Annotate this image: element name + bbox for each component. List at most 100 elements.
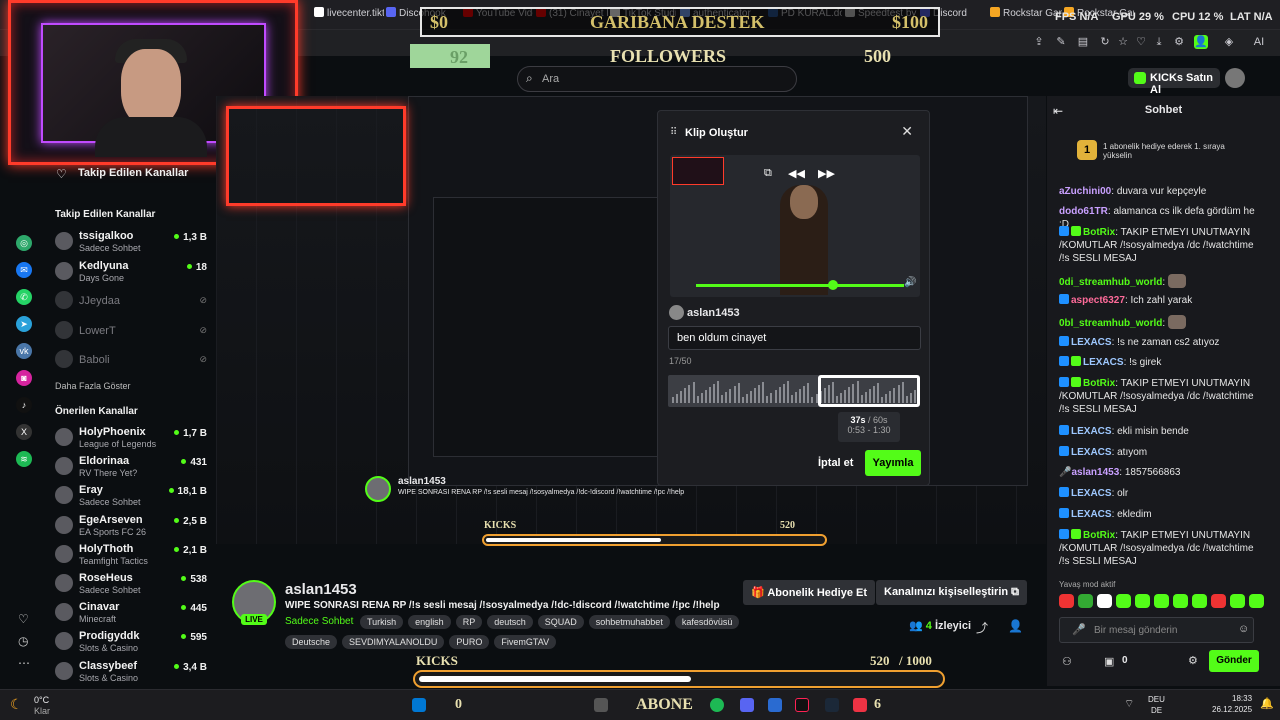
customize-channel-button[interactable]: Kanalınızı kişiselleştirin ⧉ <box>876 580 1028 605</box>
star-icon[interactable]: ☆ <box>1116 35 1130 49</box>
recommended-channel[interactable]: Prodigyddk Slots & Casino 595 <box>55 628 207 656</box>
chat-username[interactable]: LEXACS <box>1071 447 1112 458</box>
emoji-icon[interactable]: ☺ <box>1238 623 1249 635</box>
followed-channel[interactable]: Baboli ⊘ <box>55 346 207 374</box>
chat-username[interactable]: aspect6327 <box>1071 295 1125 306</box>
discord-taskbar-icon[interactable] <box>740 698 754 712</box>
gift-subscription-button[interactable]: 🎁 Abonelik Hediye Et <box>743 580 875 605</box>
followed-channel[interactable]: LowerT ⊘ <box>55 317 207 345</box>
notifications-off-icon[interactable]: ⊘ <box>199 354 207 365</box>
stream-tag[interactable]: english <box>408 615 451 629</box>
emote-icon[interactable] <box>1154 594 1169 608</box>
cancel-button[interactable]: İptal et <box>818 457 853 469</box>
chat-username[interactable]: LEXACS <box>1071 426 1112 437</box>
start-icon[interactable] <box>412 698 426 712</box>
group-icon[interactable]: ⚇ <box>1062 655 1072 668</box>
chat-username[interactable]: aslan1453 <box>1071 467 1119 478</box>
recommended-channel[interactable]: RoseHeus Sadece Sohbet 538 <box>55 570 207 598</box>
app-taskbar-icon[interactable] <box>768 698 782 712</box>
chat-username[interactable]: BotRix <box>1083 378 1115 389</box>
steam-taskbar-icon[interactable] <box>825 698 839 712</box>
chat-username[interactable]: 0di_streamhub_world <box>1059 277 1162 288</box>
wallet-icon[interactable]: ◈ <box>1222 35 1236 49</box>
messenger-icon[interactable]: ✉ <box>16 262 32 278</box>
emote-icon[interactable] <box>1192 594 1207 608</box>
obs-taskbar-icon[interactable] <box>853 698 867 712</box>
emote-icon[interactable] <box>1097 594 1112 608</box>
followed-channel[interactable]: JJeydaa ⊘ <box>55 287 207 315</box>
send-button[interactable]: Gönder <box>1209 650 1259 672</box>
emote-icon[interactable] <box>1116 594 1131 608</box>
chat-username[interactable]: LEXACS <box>1071 337 1112 348</box>
clip-title-input[interactable] <box>668 326 921 350</box>
search-box[interactable]: ⌕ Ara <box>517 66 797 92</box>
rewind-icon[interactable]: ◀◀ <box>788 167 805 180</box>
recommended-channel[interactable]: Cinavar Minecraft 445 <box>55 599 207 627</box>
volume-icon[interactable]: 🔊 <box>904 277 916 288</box>
mic-icon[interactable]: 🎤 <box>1072 623 1086 636</box>
publish-button[interactable]: Yayımla <box>865 450 921 476</box>
recommended-channel[interactable]: HolyThoth Teamfight Tactics 2,1 B <box>55 541 207 569</box>
share-icon[interactable]: ⇪ <box>1032 35 1046 49</box>
emote-icon[interactable] <box>1078 594 1093 608</box>
streamer-name[interactable]: aslan1453 <box>285 581 357 598</box>
recommended-channel[interactable]: Eldorinaa RV There Yet? 431 <box>55 453 207 481</box>
emote-bar[interactable] <box>1059 594 1269 610</box>
stream-tag[interactable]: kafesdövüsü <box>674 615 740 629</box>
stream-tag[interactable]: deutsch <box>487 615 533 629</box>
x-icon[interactable]: X <box>16 424 32 440</box>
recommended-channel[interactable]: HolyPhoenix League of Legends 1,7 B <box>55 424 207 452</box>
clip-preview-timeline[interactable] <box>696 284 904 287</box>
fastforward-icon[interactable]: ▶▶ <box>818 167 835 180</box>
edit-icon[interactable]: ✎ <box>1054 35 1068 49</box>
taskview-icon[interactable] <box>594 698 608 712</box>
notification-icon[interactable]: 🔔 <box>1260 697 1274 710</box>
buy-kicks-button[interactable]: KICKs Satın Al <box>1128 68 1220 96</box>
chat-username[interactable]: BotRix <box>1083 227 1115 238</box>
chat-username[interactable]: LEXACS <box>1083 357 1124 368</box>
more-icon[interactable]: ⋯ <box>18 656 30 670</box>
followed-channel[interactable]: tssigalkoo Sadece Sohbet 1,3 B <box>55 228 207 256</box>
chrome-icon[interactable]: ◎ <box>16 235 32 251</box>
stream-tag[interactable]: Deutsche <box>285 635 338 649</box>
clock-time[interactable]: 18:33 <box>1232 694 1252 703</box>
wifi-icon[interactable]: ⌔ <box>1124 697 1134 711</box>
stream-tag[interactable]: FivemGTAV <box>494 635 557 649</box>
vk-icon[interactable]: vk <box>16 343 32 359</box>
chat-settings-icon[interactable]: ⚙ <box>1188 654 1198 667</box>
emote-icon[interactable] <box>1135 594 1150 608</box>
chat-input[interactable]: Bir mesaj gönderin <box>1059 617 1254 643</box>
emote-icon[interactable] <box>1059 594 1074 608</box>
stream-tag[interactable]: PURO <box>449 635 490 649</box>
browser-tab[interactable]: livecenter.tikto <box>314 7 384 23</box>
stream-tag[interactable]: Turkish <box>360 615 404 629</box>
user-avatar[interactable] <box>1225 68 1245 88</box>
spotify-icon[interactable]: ≋ <box>16 451 32 467</box>
heart-icon[interactable]: ♡ <box>1134 35 1148 49</box>
chat-username[interactable]: aZuchini00 <box>1059 186 1111 197</box>
lang-top[interactable]: DEU <box>1148 695 1165 704</box>
spotify-taskbar-icon[interactable] <box>710 698 724 712</box>
chat-username[interactable]: BotRix <box>1083 530 1115 541</box>
instagram-icon[interactable]: ◙ <box>16 370 32 386</box>
notifications-off-icon[interactable]: ⊘ <box>199 295 207 306</box>
emote-icon[interactable] <box>1249 594 1264 608</box>
chat-username[interactable]: LEXACS <box>1071 488 1112 499</box>
telegram-icon[interactable]: ➤ <box>16 316 32 332</box>
share-icon[interactable]: ⤴ <box>976 619 988 636</box>
browser-tab[interactable]: Rockstar Gam <box>990 7 1062 23</box>
notifications-off-icon[interactable]: ⊘ <box>199 325 207 336</box>
heart-icon[interactable]: ♡ <box>18 612 29 626</box>
stream-tag[interactable]: SQUAD <box>537 615 584 629</box>
stream-tag[interactable]: SEVDIMYALANOLDU <box>342 635 445 649</box>
chat-username[interactable]: LEXACS <box>1071 509 1112 520</box>
clip-preview[interactable]: ⧉ ◀◀ ▶▶ 🔊 <box>670 155 920 297</box>
search-input[interactable]: Ara <box>542 73 559 85</box>
stream-tag[interactable]: sohbetmuhabbet <box>588 615 670 629</box>
tiktok-taskbar-icon[interactable] <box>795 698 809 712</box>
download-icon[interactable]: ⤓ <box>1152 35 1166 49</box>
chat-username[interactable]: dodo61TR <box>1059 206 1108 217</box>
clip-range-selector[interactable] <box>818 375 920 407</box>
tiktok-icon[interactable]: ♪ <box>16 397 32 413</box>
print-icon[interactable]: ▤ <box>1076 35 1090 49</box>
